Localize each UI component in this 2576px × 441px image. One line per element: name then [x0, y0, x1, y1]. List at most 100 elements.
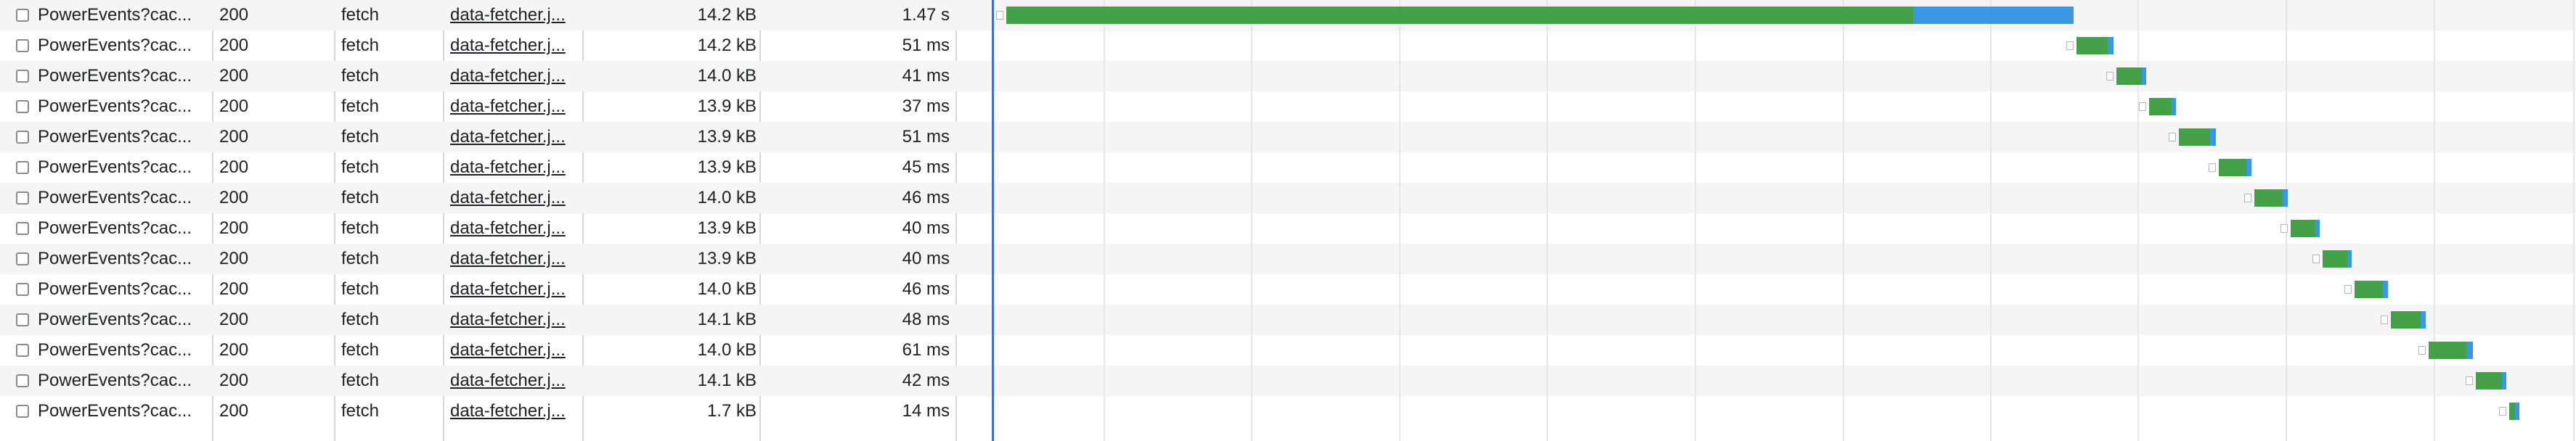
checkbox-icon[interactable]	[16, 252, 29, 265]
table-row[interactable]: PowerEvents?cac... 200 fetch data-fetcher.j…	[0, 366, 2576, 396]
waterfall-receive-bar[interactable]	[2515, 403, 2519, 420]
waterfall-gridline	[2286, 0, 2287, 441]
waterfall-download-bar[interactable]	[2254, 189, 2283, 207]
request-size: 13.9 kB	[697, 218, 757, 238]
waterfall-download-bar[interactable]	[2116, 67, 2142, 85]
request-size: 13.9 kB	[697, 157, 757, 177]
request-type: fetch	[341, 188, 380, 207]
waterfall-gridline	[1695, 0, 1696, 441]
waterfall-download-bar[interactable]	[2323, 250, 2347, 268]
request-time: 46 ms	[902, 188, 950, 207]
request-status: 200	[219, 127, 249, 147]
request-time: 48 ms	[902, 310, 950, 329]
waterfall-receive-bar[interactable]	[2108, 37, 2114, 54]
table-row[interactable]: PowerEvents?cac... 200 fetch data-fetcher.j…	[0, 335, 2576, 366]
waterfall-gridline	[1251, 0, 1252, 441]
table-row[interactable]: PowerEvents?cac... 200 fetch data-fetcher.j…	[0, 244, 2576, 274]
request-type: fetch	[341, 279, 380, 299]
checkbox-icon[interactable]	[16, 405, 29, 418]
waterfall-receive-bar[interactable]	[2142, 67, 2146, 85]
request-initiator-link[interactable]: data-fetcher.j...	[450, 244, 581, 274]
request-type: fetch	[341, 127, 380, 147]
request-initiator-link[interactable]: data-fetcher.j...	[450, 30, 581, 61]
request-name: PowerEvents?cac...	[38, 340, 192, 360]
checkbox-icon[interactable]	[16, 313, 29, 326]
request-status: 200	[219, 66, 249, 86]
request-type: fetch	[341, 157, 380, 177]
waterfall-download-bar[interactable]	[2149, 98, 2172, 115]
table-row[interactable]: PowerEvents?cac... 200 fetch data-fetcher.j…	[0, 396, 2576, 426]
waterfall-download-bar[interactable]	[2391, 311, 2421, 329]
waterfall-receive-bar[interactable]	[2383, 281, 2388, 298]
checkbox-icon[interactable]	[16, 222, 29, 235]
request-status: 200	[219, 310, 249, 329]
waterfall-download-bar[interactable]	[1006, 7, 1913, 24]
request-time: 1.47 s	[902, 5, 950, 25]
request-initiator-link[interactable]: data-fetcher.j...	[450, 122, 581, 152]
request-time: 14 ms	[902, 401, 950, 421]
request-initiator-link[interactable]: data-fetcher.j...	[450, 213, 581, 244]
waterfall-receive-bar[interactable]	[2466, 342, 2473, 359]
waterfall-gridline	[1104, 0, 1105, 441]
waterfall-download-bar[interactable]	[2291, 220, 2315, 237]
table-row[interactable]: PowerEvents?cac... 200 fetch data-fetcher.j…	[0, 91, 2576, 122]
table-row[interactable]: PowerEvents?cac... 200 fetch data-fetcher.j…	[0, 213, 2576, 244]
request-name: PowerEvents?cac...	[38, 157, 192, 177]
checkbox-icon[interactable]	[16, 70, 29, 83]
request-initiator-link[interactable]: data-fetcher.j...	[450, 305, 581, 335]
table-row[interactable]: PowerEvents?cac... 200 fetch data-fetcher.j…	[0, 61, 2576, 91]
waterfall-download-bar[interactable]	[2179, 128, 2210, 146]
request-status: 200	[219, 36, 249, 55]
request-type: fetch	[341, 249, 380, 268]
table-row[interactable]: PowerEvents?cac... 200 fetch data-fetcher.j…	[0, 183, 2576, 213]
request-initiator-link[interactable]: data-fetcher.j...	[450, 396, 581, 426]
table-row[interactable]: PowerEvents?cac... 200 fetch data-fetcher.j…	[0, 152, 2576, 183]
waterfall-download-bar[interactable]	[2476, 372, 2502, 390]
checkbox-icon[interactable]	[16, 131, 29, 144]
checkbox-icon[interactable]	[16, 161, 29, 174]
checkbox-icon[interactable]	[16, 39, 29, 52]
waterfall-download-bar[interactable]	[2509, 403, 2515, 420]
checkbox-icon[interactable]	[16, 9, 29, 22]
checkbox-icon[interactable]	[16, 344, 29, 357]
request-initiator-link[interactable]: data-fetcher.j...	[450, 91, 581, 122]
waterfall-download-bar[interactable]	[2076, 37, 2108, 54]
checkbox-icon[interactable]	[16, 191, 29, 205]
request-initiator-link[interactable]: data-fetcher.j...	[450, 61, 581, 91]
request-initiator-link[interactable]: data-fetcher.j...	[450, 183, 581, 213]
waterfall-queue-marker	[2244, 194, 2251, 202]
waterfall-receive-bar[interactable]	[2421, 311, 2426, 329]
waterfall-receive-bar[interactable]	[2246, 159, 2251, 176]
waterfall-receive-bar[interactable]	[2315, 220, 2320, 237]
request-size: 14.0 kB	[697, 279, 757, 299]
waterfall-download-bar[interactable]	[2355, 281, 2383, 298]
table-row[interactable]: PowerEvents?cac... 200 fetch data-fetcher.j…	[0, 274, 2576, 305]
request-status: 200	[219, 157, 249, 177]
waterfall-gridline	[2573, 0, 2575, 441]
checkbox-icon[interactable]	[16, 374, 29, 387]
table-row[interactable]: PowerEvents?cac... 200 fetch data-fetcher.j…	[0, 305, 2576, 335]
waterfall-download-bar[interactable]	[2219, 159, 2246, 176]
waterfall-queue-marker	[2209, 163, 2216, 172]
waterfall-queue-marker	[2344, 285, 2352, 294]
request-initiator-link[interactable]: data-fetcher.j...	[450, 152, 581, 183]
request-size: 1.7 kB	[706, 401, 757, 421]
waterfall-download-bar[interactable]	[2429, 342, 2466, 359]
request-status: 200	[219, 188, 249, 207]
waterfall-receive-bar[interactable]	[2347, 250, 2352, 268]
waterfall-receive-bar[interactable]	[2210, 128, 2216, 146]
request-initiator-link[interactable]: data-fetcher.j...	[450, 274, 581, 305]
request-initiator-link[interactable]: data-fetcher.j...	[450, 0, 581, 30]
waterfall-receive-bar[interactable]	[2172, 98, 2176, 115]
request-status: 200	[219, 249, 249, 268]
request-initiator-link[interactable]: data-fetcher.j...	[450, 366, 581, 396]
waterfall-gridline	[2434, 0, 2435, 441]
checkbox-icon[interactable]	[16, 100, 29, 113]
table-row[interactable]: PowerEvents?cac... 200 fetch data-fetcher.j…	[0, 30, 2576, 61]
waterfall-receive-bar[interactable]	[2283, 189, 2288, 207]
request-initiator-link[interactable]: data-fetcher.j...	[450, 335, 581, 366]
waterfall-receive-bar[interactable]	[2502, 372, 2506, 390]
waterfall-receive-bar[interactable]	[1913, 7, 2074, 24]
request-status: 200	[219, 340, 249, 360]
checkbox-icon[interactable]	[16, 283, 29, 296]
